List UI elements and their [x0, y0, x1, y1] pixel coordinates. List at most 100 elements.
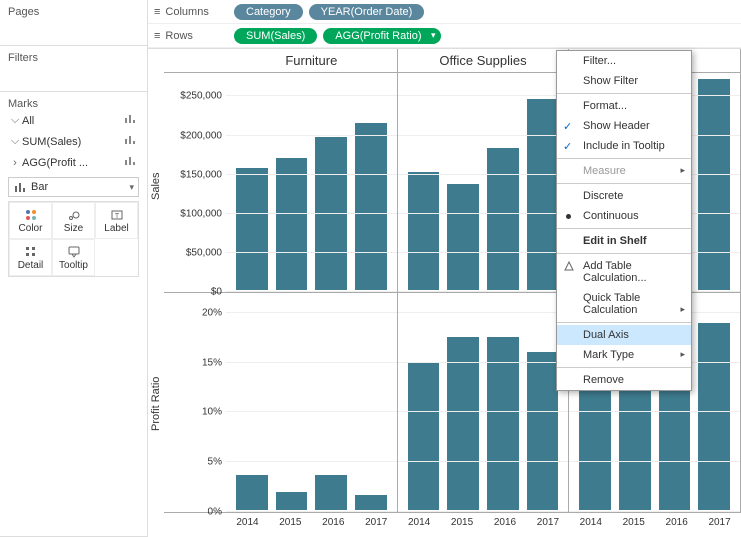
bar[interactable] [487, 337, 519, 510]
pill-year[interactable]: YEAR(Order Date) [309, 4, 425, 20]
chevron-down-icon: ▾ [129, 182, 134, 193]
bar[interactable] [276, 158, 308, 290]
menu-item-filter-[interactable]: Filter... [557, 51, 691, 71]
bar[interactable] [236, 475, 268, 510]
menu-item-include-in-tooltip[interactable]: ✓Include in Tooltip [557, 136, 691, 156]
pill-profit-ratio[interactable]: AGG(Profit Ratio) [323, 28, 441, 44]
mark-type-select[interactable]: Bar ▾ [8, 177, 139, 197]
filters-panel-title: Filters [8, 52, 139, 64]
x-label: 2017 [355, 513, 398, 537]
columns-shelf[interactable]: ≡Columns Category YEAR(Order Date) [148, 0, 741, 24]
tooltip-cell[interactable]: Tooltip [52, 239, 95, 276]
marks-panel-title: Marks [8, 98, 139, 110]
marks-cards: ⌵All⌵SUM(Sales)›AGG(Profit ... [8, 110, 139, 173]
chevron-icon: › [8, 157, 22, 169]
pages-panel-title: Pages [8, 6, 139, 18]
tooltip-icon [67, 244, 81, 260]
menu-item-mark-type[interactable]: Mark Type▸ [557, 345, 691, 365]
menu-item-show-header[interactable]: ✓Show Header [557, 116, 691, 136]
x-label: 2014 [398, 513, 441, 537]
bar[interactable] [447, 337, 479, 510]
y-tick: 0% [208, 507, 222, 518]
facet [226, 293, 398, 512]
menu-item-discrete[interactable]: Discrete [557, 186, 691, 206]
sidebar: Pages Filters Marks ⌵All⌵SUM(Sales)›AGG(… [0, 0, 148, 537]
bar[interactable] [355, 495, 387, 510]
svg-text:T: T [114, 213, 119, 220]
bar[interactable] [276, 492, 308, 510]
size-cell[interactable]: Size [52, 202, 95, 239]
x-label: 2014 [569, 513, 612, 537]
y-tick: 10% [202, 407, 222, 418]
pill-category[interactable]: Category [234, 4, 303, 20]
menu-item-quick-table-calculation[interactable]: Quick Table Calculation▸ [557, 288, 691, 320]
bar[interactable] [698, 323, 730, 510]
bar[interactable] [487, 148, 519, 290]
y-tick: 5% [208, 457, 222, 468]
marks-card-1[interactable]: ⌵SUM(Sales) [8, 131, 139, 152]
detail-icon [24, 244, 38, 260]
pill-sales[interactable]: SUM(Sales) [234, 28, 317, 44]
x-label: 2016 [655, 513, 698, 537]
x-label: 2015 [441, 513, 484, 537]
menu-item-dual-axis[interactable]: Dual Axis [557, 325, 691, 345]
bar[interactable] [408, 172, 440, 290]
size-icon [67, 207, 81, 223]
context-menu[interactable]: Filter...Show Filter Format...✓Show Heade… [556, 50, 692, 391]
color-cell[interactable]: Color [9, 202, 52, 239]
bar[interactable] [527, 352, 559, 510]
y-tick: $150,000 [180, 169, 222, 180]
rows-icon: ≡ [154, 30, 160, 42]
rows-shelf[interactable]: ≡Rows SUM(Sales) AGG(Profit Ratio) [148, 24, 741, 48]
menu-item-format-[interactable]: Format... [557, 96, 691, 116]
facet [398, 73, 570, 292]
x-label: 2015 [612, 513, 655, 537]
x-label: 2017 [698, 513, 741, 537]
bar[interactable] [579, 387, 611, 510]
menu-item-continuous[interactable]: Continuous [557, 206, 691, 226]
bar[interactable] [315, 475, 347, 510]
bar-icon [13, 180, 27, 194]
header-office: Office Supplies [398, 49, 570, 72]
y-tick: $250,000 [180, 91, 222, 102]
y-tick: $100,000 [180, 208, 222, 219]
bar[interactable] [698, 79, 730, 290]
marks-card-0[interactable]: ⌵All [8, 110, 139, 131]
facet [226, 73, 398, 292]
check-icon: ✓ [563, 140, 572, 153]
chevron-right-icon: ▸ [680, 304, 685, 315]
dot-icon [566, 214, 571, 219]
menu-item-remove[interactable]: Remove [557, 370, 691, 390]
bar[interactable] [408, 362, 440, 510]
main-area: ≡Columns Category YEAR(Order Date) ≡Rows… [148, 0, 741, 537]
menu-item-show-filter[interactable]: Show Filter [557, 71, 691, 91]
chevron-icon: ⌵ [8, 114, 22, 127]
check-icon: ✓ [563, 120, 572, 133]
detail-cell[interactable]: Detail [9, 239, 52, 276]
bar[interactable] [355, 123, 387, 290]
bar[interactable] [447, 184, 479, 290]
menu-item-measure: Measure▸ [557, 161, 691, 181]
label-icon: T [110, 207, 124, 223]
x-label: 2016 [484, 513, 527, 537]
y-tick: 20% [202, 307, 222, 318]
menu-item-edit-in-shelf[interactable]: Edit in Shelf [557, 231, 691, 251]
color-icon [24, 207, 38, 223]
bar-icon [121, 155, 139, 170]
menu-item-add-table-calculation-[interactable]: Add Table Calculation... [557, 256, 691, 288]
bar[interactable] [527, 99, 559, 290]
marks-card-2[interactable]: ›AGG(Profit ... [8, 152, 139, 173]
columns-icon: ≡ [154, 6, 160, 18]
chevron-right-icon: ▸ [680, 165, 685, 176]
x-label: 2015 [269, 513, 312, 537]
bar-icon [121, 134, 139, 149]
y-tick: $200,000 [180, 130, 222, 141]
bar[interactable] [236, 168, 268, 290]
label-cell[interactable]: TLabel [95, 202, 138, 239]
y-tick: 15% [202, 357, 222, 368]
header-furniture: Furniture [226, 49, 398, 72]
x-label: 2017 [526, 513, 569, 537]
facet [398, 293, 570, 512]
delta-icon [564, 261, 574, 274]
sales-axis-label: Sales [148, 77, 164, 295]
